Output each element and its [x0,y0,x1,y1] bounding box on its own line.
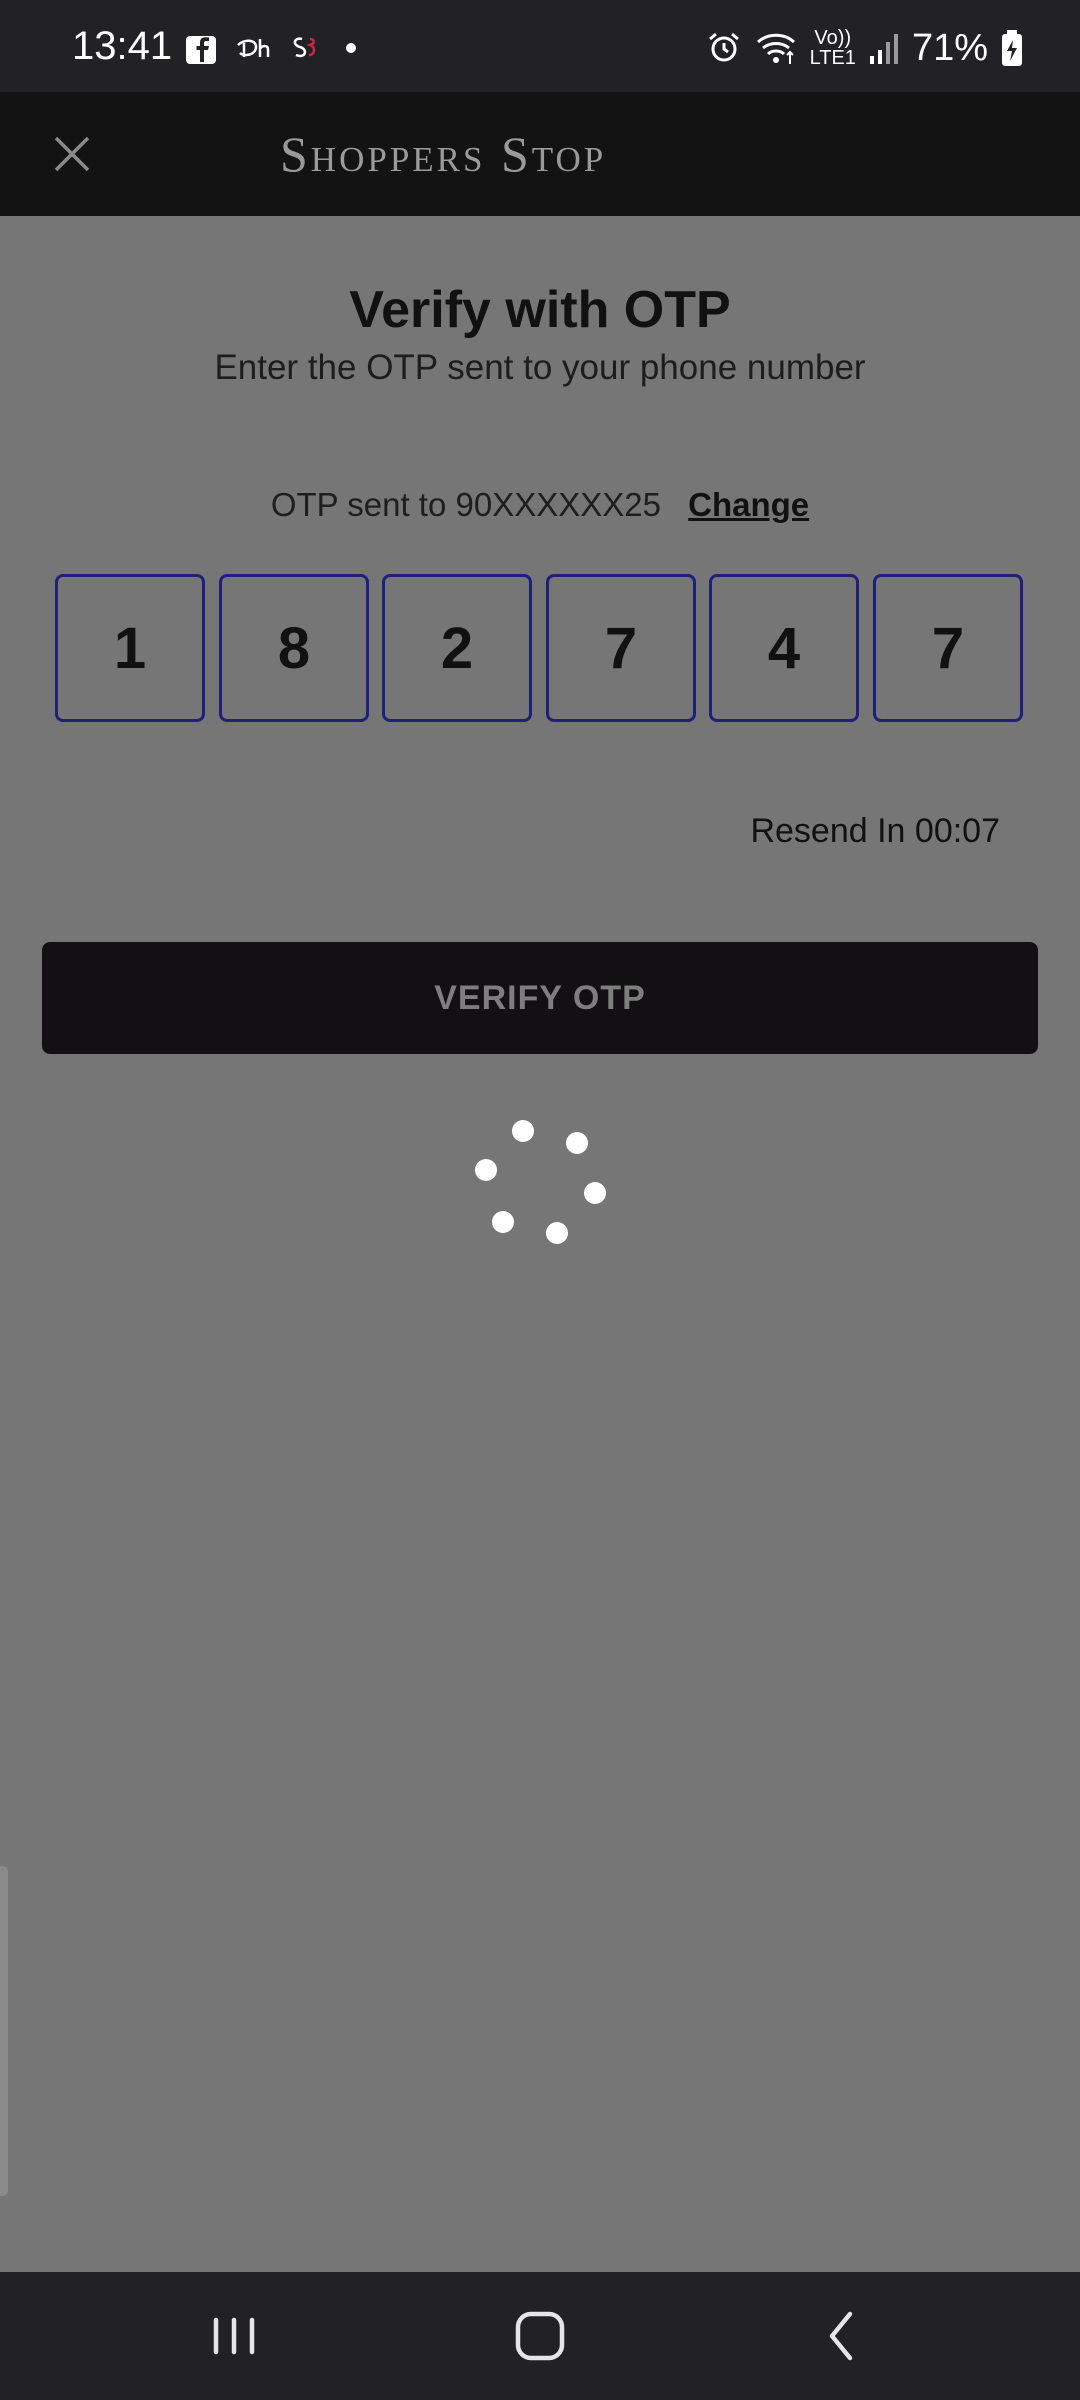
resend-timer: Resend In 00:07 [750,812,1000,850]
page-title: Verify with OTP [349,281,731,339]
battery-percentage: 71% [911,27,988,69]
notification-icons [184,28,356,68]
system-nav-bar [0,2272,1080,2400]
otp-digit-3[interactable]: 2 [382,574,532,722]
close-button[interactable] [40,122,104,186]
spinner-dot [512,1120,534,1142]
otp-digit-4[interactable]: 7 [546,574,696,722]
spinner-dot [546,1222,568,1244]
signal-icon [869,34,898,64]
otp-digit-5[interactable]: 4 [709,574,859,722]
spinner-dot [584,1182,606,1204]
wifi-icon [756,33,795,64]
app-header: Shoppers Stop [0,92,1080,216]
change-number-link[interactable]: Change [688,486,809,523]
home-button[interactable] [500,2300,580,2372]
otp-input-group: 1 8 2 7 4 7 [55,574,1025,726]
volte-lte1-icon: Vo)) LTE1 [810,28,856,68]
page-subtitle: Enter the OTP sent to your phone number [214,348,866,387]
home-icon [515,2311,565,2361]
recent-apps-button[interactable] [196,2300,276,2372]
otp-digit-1[interactable]: 1 [55,574,205,722]
disney-hotstar-icon [237,39,270,57]
recent-apps-icon [213,2317,255,2355]
facebook-notification-icon [186,36,216,64]
edge-panel-handle[interactable] [0,1866,8,2196]
alarm-icon [708,32,739,62]
spinner-dot [566,1132,588,1154]
status-bar: 13:41 Vo)) LTE1 71% [0,0,1080,92]
back-icon [829,2311,853,2361]
status-time: 13:41 [72,24,173,68]
otp-sent-text: OTP sent to 90XXXXXX25 [270,486,661,523]
spinner-dot [475,1159,497,1181]
spinner-dot [492,1211,514,1233]
lte-label: LTE1 [809,47,856,69]
verify-otp-button[interactable]: VERIFY OTP [42,942,1038,1054]
otp-sent-row: OTP sent to 90XXXXXX25 Change [0,486,1080,524]
loading-spinner-icon [460,1110,620,1260]
back-button[interactable] [804,2300,884,2372]
volte-label: Vo)) [814,27,852,49]
otp-digit-2[interactable]: 8 [219,574,369,722]
shoppers-stop-icon [293,37,316,58]
otp-digit-6[interactable]: 7 [873,574,1023,722]
battery-charging-icon [1002,30,1022,66]
brand-logo: Shoppers Stop [280,126,607,182]
close-icon [54,136,90,172]
system-icons: Vo)) LTE1 71% [706,24,1024,72]
more-dot-icon [346,43,356,53]
